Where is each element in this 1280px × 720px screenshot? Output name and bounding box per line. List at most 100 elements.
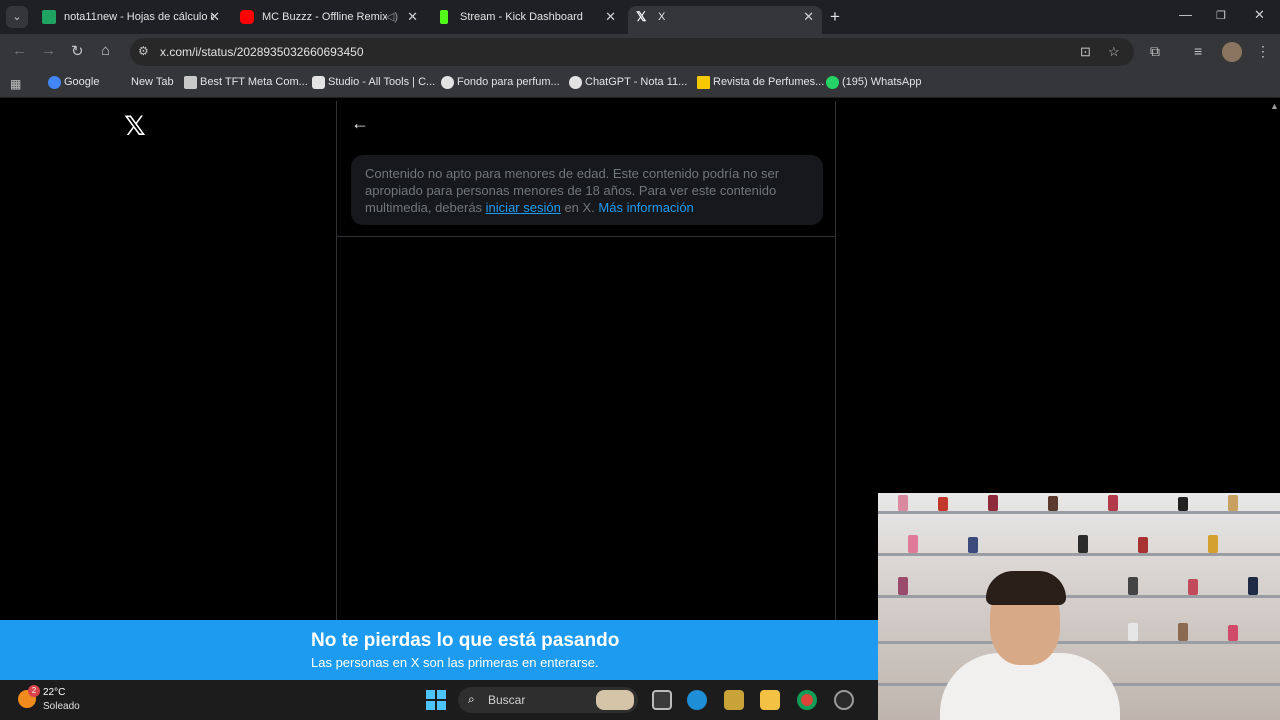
bookmark-chatgpt[interactable]: ChatGPT - Nota 11... xyxy=(569,76,688,89)
perfume-bottle xyxy=(898,495,908,511)
age-restriction-notice: Contenido no apto para menores de edad. … xyxy=(351,155,823,225)
tab-title: Stream - Kick Dashboard xyxy=(460,11,583,23)
bookmark-label: Google xyxy=(64,76,100,88)
windows-start-icon[interactable] xyxy=(426,690,446,710)
perfume-bottle xyxy=(1078,535,1088,553)
apps-grid-icon[interactable]: ▦ xyxy=(10,77,21,91)
perfume-bottle xyxy=(1178,623,1188,641)
close-icon[interactable]: ✕ xyxy=(605,6,616,28)
task-view-icon[interactable] xyxy=(652,690,672,710)
tab-x[interactable]: 𝕏 X ✕ xyxy=(628,6,822,34)
more-info-link[interactable]: Más información xyxy=(598,200,693,215)
bookmark-label: New Tab xyxy=(131,76,174,88)
bookmark-tft[interactable]: Best TFT Meta Com... xyxy=(184,76,308,89)
perfume-bottle xyxy=(1228,625,1238,641)
menu-icon[interactable]: ⋮ xyxy=(1256,43,1270,60)
install-app-icon[interactable]: ⊡ xyxy=(1080,44,1091,60)
forward-icon[interactable]: → xyxy=(41,42,56,59)
audio-icon[interactable]: ◁) xyxy=(386,6,398,28)
bookmark-fondo[interactable]: Fondo para perfum... xyxy=(441,76,560,89)
bookmark-revista[interactable]: Revista de Perfumes... xyxy=(697,76,825,89)
scroll-up-icon[interactable]: ▲ xyxy=(1270,101,1279,111)
edge-icon[interactable] xyxy=(687,690,707,710)
tab-title: MC Buzzz - Offline Remix [R xyxy=(262,11,387,23)
screen: ⌄ nota11new - Hojas de cálculo d ✕ MC Bu… xyxy=(0,0,1280,720)
close-icon[interactable]: ✕ xyxy=(209,6,220,28)
tab-youtube[interactable]: MC Buzzz - Offline Remix [R ◁) ✕ xyxy=(232,6,426,34)
perfume-bottle xyxy=(938,497,948,511)
bookmark-studio[interactable]: Studio - All Tools | C... xyxy=(312,76,436,89)
chatgpt-icon xyxy=(441,76,454,89)
search-label: Buscar xyxy=(488,693,526,707)
person-hair xyxy=(986,571,1066,605)
close-window-icon[interactable]: ✕ xyxy=(1254,7,1265,23)
perfume-bottle xyxy=(1208,535,1218,553)
weather-temp[interactable]: 22°C xyxy=(43,687,65,698)
x-icon: 𝕏 xyxy=(636,9,647,24)
extensions-icon[interactable]: ⧉ xyxy=(1150,43,1160,60)
perfume-bottle xyxy=(968,537,978,553)
shelf xyxy=(878,553,1280,556)
banner-title: No te pierdas lo que está pasando xyxy=(311,630,620,651)
bookmark-label: Revista de Perfumes... xyxy=(713,76,825,88)
close-icon[interactable]: ✕ xyxy=(803,6,814,28)
bookmark-whatsapp[interactable]: (195) WhatsApp xyxy=(826,76,921,89)
bookmark-label: Fondo para perfum... xyxy=(457,76,560,88)
perfume-bottle xyxy=(1248,577,1258,595)
profile-avatar[interactable] xyxy=(1222,42,1242,62)
perfume-bottle xyxy=(1228,495,1238,511)
weather-desc[interactable]: Soleado xyxy=(43,701,80,712)
post-column: ← Contenido no apto para menores de edad… xyxy=(336,101,836,620)
tab-sheets[interactable]: nota11new - Hojas de cálculo d ✕ xyxy=(34,6,228,34)
perfume-bottle xyxy=(1128,623,1138,641)
media-controls-icon[interactable]: ≡ xyxy=(1194,43,1202,59)
bookmark-label: ChatGPT - Nota 11... xyxy=(585,76,688,88)
bookmark-label: Studio - All Tools | C... xyxy=(328,76,436,88)
whatsapp-icon xyxy=(826,76,839,89)
back-icon[interactable]: ← xyxy=(12,42,27,59)
home-icon[interactable]: ⌂ xyxy=(101,42,110,59)
shelf xyxy=(878,641,1280,644)
tab-title: nota11new - Hojas de cálculo d xyxy=(64,11,214,23)
bookmark-star-icon[interactable]: ☆ xyxy=(1108,44,1120,60)
notice-text-end: en X. xyxy=(560,200,599,215)
file-explorer-icon[interactable] xyxy=(760,690,780,710)
kick-icon xyxy=(440,10,448,24)
bookmark-label: Best TFT Meta Com... xyxy=(200,76,308,88)
browser-toolbar: ← → ↻ ⌂ ⚙ x.com/i/status/202893503266069… xyxy=(0,34,1280,70)
google-icon xyxy=(48,76,61,89)
bookmark-new-tab[interactable]: New Tab xyxy=(115,76,174,88)
perfume-bottle xyxy=(1048,496,1058,511)
new-tab-button[interactable]: + xyxy=(830,7,840,27)
shelf xyxy=(878,511,1280,514)
sheets-icon xyxy=(42,10,56,24)
flag-icon xyxy=(697,76,710,89)
chatgpt-icon xyxy=(569,76,582,89)
search-icon: ⌕ xyxy=(468,692,475,706)
login-link[interactable]: iniciar sesión xyxy=(486,200,561,215)
tab-search-button[interactable]: ⌄ xyxy=(6,6,28,28)
tab-kick[interactable]: Stream - Kick Dashboard ✕ xyxy=(430,6,624,34)
restore-icon[interactable]: ❐ xyxy=(1216,9,1226,22)
perfume-bottle xyxy=(1138,537,1148,553)
perfume-bottle xyxy=(1178,497,1188,511)
reload-icon[interactable]: ↻ xyxy=(71,42,84,60)
minimize-icon[interactable]: — xyxy=(1179,7,1192,22)
windows-taskbar: 2 22°C Soleado ⌕ Buscar xyxy=(0,680,878,720)
perfume-bottle xyxy=(1108,495,1118,511)
app-icon[interactable] xyxy=(834,690,854,710)
chrome-icon[interactable] xyxy=(797,690,817,710)
tab-title: X xyxy=(658,11,666,23)
divider xyxy=(337,236,835,237)
weather-badge: 2 xyxy=(28,685,40,697)
back-arrow-icon[interactable]: ← xyxy=(351,113,369,134)
site-info-icon[interactable]: ⚙ xyxy=(138,44,149,58)
perfume-bottle xyxy=(1188,579,1198,595)
close-icon[interactable]: ✕ xyxy=(407,6,418,28)
league-icon[interactable] xyxy=(724,690,744,710)
x-logo-icon[interactable]: 𝕏 xyxy=(124,111,146,142)
address-bar[interactable]: ⚙ x.com/i/status/2028935032660693450 ⊡ ☆ xyxy=(130,38,1134,66)
url-text[interactable]: x.com/i/status/2028935032660693450 xyxy=(160,45,364,59)
taskbar-search[interactable]: ⌕ Buscar xyxy=(458,687,638,713)
bookmark-google[interactable]: Google xyxy=(48,76,100,89)
